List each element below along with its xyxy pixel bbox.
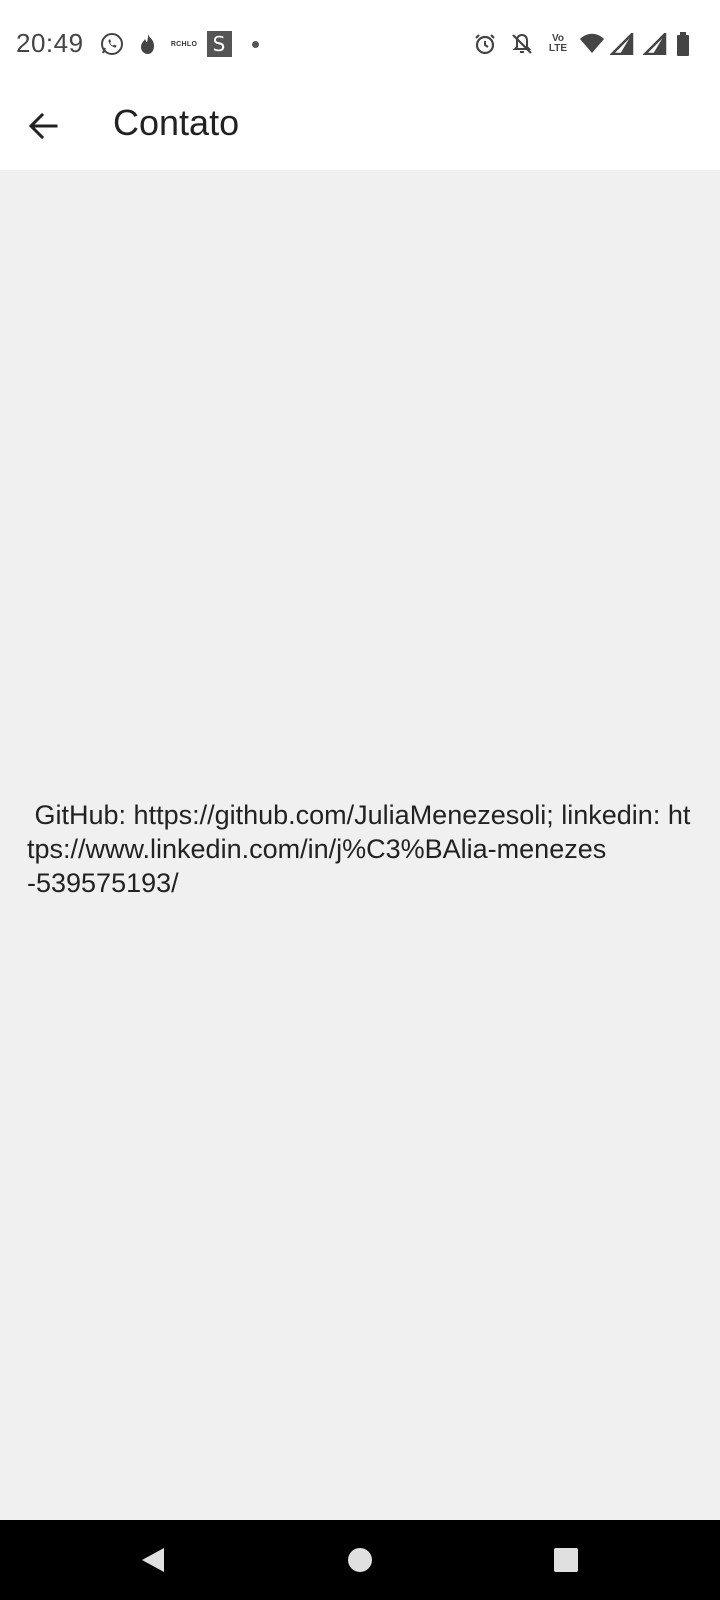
screen: 20:49 RCHLO S Vo LTE Contato GitHub: htt… bbox=[0, 0, 720, 1600]
nav-recents-button[interactable] bbox=[546, 1542, 586, 1578]
arrow-back-icon bbox=[28, 112, 58, 140]
signal-icon bbox=[609, 30, 635, 58]
volte-bottom: LTE bbox=[548, 43, 568, 54]
app-bar: Contato bbox=[0, 90, 720, 170]
signal-icon-2 bbox=[642, 30, 668, 58]
back-triangle-icon bbox=[142, 1548, 164, 1572]
wifi-icon bbox=[578, 30, 606, 58]
more-dot-icon bbox=[250, 30, 260, 58]
navigation-bar bbox=[0, 1520, 720, 1600]
tinder-icon bbox=[136, 30, 160, 58]
notifications-off-icon bbox=[509, 30, 535, 58]
battery-icon bbox=[674, 30, 692, 58]
nav-back-button[interactable] bbox=[133, 1542, 173, 1578]
volte-icon: Vo LTE bbox=[545, 30, 571, 58]
alarm-icon bbox=[472, 30, 498, 58]
back-button[interactable] bbox=[22, 104, 66, 148]
s-app-label: S bbox=[206, 31, 232, 57]
contact-info-text: GitHub: https://github.com/JuliaMenezeso… bbox=[27, 800, 691, 898]
content-area: GitHub: https://github.com/JuliaMenezeso… bbox=[0, 170, 720, 1520]
status-time: 20:49 bbox=[16, 28, 84, 58]
whatsapp-icon bbox=[99, 30, 125, 58]
recents-square-icon bbox=[554, 1548, 578, 1572]
status-bar: 20:49 RCHLO S Vo LTE bbox=[0, 0, 720, 90]
home-circle-icon bbox=[348, 1548, 372, 1572]
rchlo-icon: RCHLO bbox=[170, 40, 198, 48]
s-app-icon: S bbox=[206, 30, 232, 58]
nav-home-button[interactable] bbox=[340, 1542, 380, 1578]
page-title: Contato bbox=[113, 102, 240, 143]
